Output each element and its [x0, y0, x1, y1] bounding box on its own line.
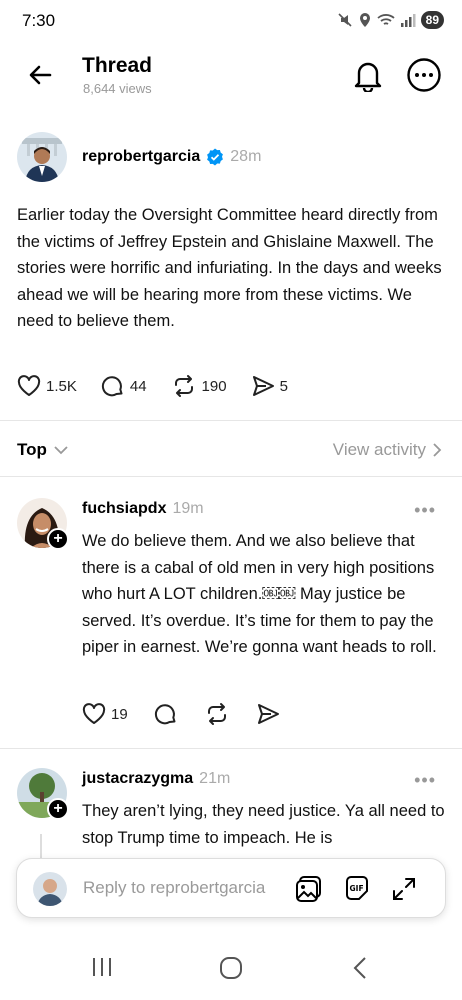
reply-more-button[interactable]: ••• [414, 500, 436, 521]
share-button[interactable]: 5 [251, 375, 288, 397]
send-icon [257, 704, 279, 724]
avatar[interactable] [17, 132, 67, 182]
like-count: 19 [111, 705, 128, 723]
reply-header: justacrazygma 21m [82, 770, 230, 788]
reply-body: We do believe them. And we also believe … [82, 532, 437, 656]
repost-icon [174, 375, 193, 397]
heart-icon [82, 703, 106, 724]
page-title: Thread [82, 54, 153, 77]
send-icon [252, 376, 274, 396]
follow-button[interactable]: + [47, 528, 69, 550]
sort-row: Top View activity [0, 428, 462, 470]
reply-header: fuchsiapdx 19m [82, 500, 204, 518]
home-icon [220, 957, 242, 979]
sort-label: Top [17, 440, 47, 459]
reply-time: 21m [199, 770, 231, 787]
reply-author[interactable]: fuchsiapdx [82, 500, 166, 518]
chevron-right-icon [433, 443, 442, 457]
location-icon [359, 13, 370, 27]
status-icons: 89 [337, 11, 444, 29]
more-circle-icon [407, 58, 441, 92]
gif-icon[interactable]: GIF [343, 875, 371, 903]
view-activity-link[interactable]: View activity [333, 440, 442, 460]
view-activity-label: View activity [332, 440, 426, 459]
profile-photo [33, 872, 67, 906]
repost-button[interactable]: 190 [171, 374, 227, 398]
reply-composer[interactable]: Reply to reprobertgarcia GIF [16, 858, 446, 918]
share-count: 5 [279, 377, 288, 395]
svg-text:GIF: GIF [350, 884, 364, 893]
divider [0, 748, 462, 749]
sort-dropdown[interactable]: Top [17, 440, 69, 460]
repost-count: 190 [201, 377, 227, 395]
share-button[interactable] [256, 703, 280, 725]
recent-apps-button[interactable] [90, 956, 114, 983]
divider [0, 420, 462, 421]
comment-button[interactable] [154, 702, 178, 726]
reply-item: + fuchsiapdx 19m ••• We do believe them.… [0, 498, 462, 738]
notifications-button[interactable] [352, 58, 384, 94]
reply-input[interactable]: Reply to reprobertgarcia [83, 878, 265, 898]
post-actions: 1.5K 44 190 5 [17, 374, 312, 398]
system-nav-bar [0, 938, 462, 1000]
expand-icon[interactable] [391, 876, 417, 902]
reply-more-button[interactable]: ••• [414, 770, 436, 791]
comment-count: 44 [129, 377, 147, 395]
comment-button[interactable]: 44 [101, 374, 147, 398]
post-author: reprobertgarcia 28m [82, 148, 261, 166]
like-button[interactable]: 1.5K [17, 375, 77, 397]
status-time: 7:30 [22, 11, 56, 30]
home-button[interactable] [219, 956, 243, 985]
reply-actions: 19 [82, 702, 306, 726]
divider [0, 476, 462, 477]
reply-item: + justacrazygma 21m ••• They aren’t lyin… [0, 768, 462, 868]
heart-icon [17, 375, 41, 396]
like-button[interactable]: 19 [82, 703, 128, 725]
verified-badge-icon [207, 148, 224, 166]
comment-icon [154, 704, 176, 725]
mute-icon [338, 13, 352, 27]
like-count: 1.5K [46, 377, 77, 395]
profile-photo [17, 132, 67, 182]
reply-author[interactable]: justacrazygma [82, 770, 193, 788]
signal-icon [400, 14, 416, 27]
chevron-down-icon [54, 446, 68, 455]
comment-icon [101, 376, 123, 397]
reply-body: They aren’t lying, they need justice. Ya… [82, 802, 445, 847]
wifi-icon [377, 14, 395, 25]
back-nav-button[interactable] [350, 956, 370, 985]
image-icon[interactable] [295, 875, 323, 903]
arrow-left-icon [29, 65, 52, 85]
author-name[interactable]: reprobertgarcia [82, 148, 200, 166]
repost-icon [207, 703, 226, 725]
recent-apps-icon [93, 958, 111, 976]
follow-button[interactable]: + [47, 798, 69, 820]
status-bar: 7:30 89 [0, 0, 462, 44]
battery-indicator: 89 [420, 11, 444, 29]
chevron-left-icon [353, 957, 366, 979]
back-button[interactable] [26, 60, 56, 90]
bell-icon [354, 62, 382, 94]
post-body: Earlier today the Oversight Committee he… [17, 206, 442, 330]
view-count: 8,644 views [83, 81, 152, 96]
post-time: 28m [230, 148, 262, 165]
avatar [33, 872, 67, 906]
reply-time: 19m [172, 500, 204, 517]
composer-tools: GIF [295, 875, 417, 903]
more-options-button[interactable] [406, 57, 442, 93]
thread-header: Thread 8,644 views [0, 44, 462, 106]
repost-button[interactable] [204, 702, 230, 726]
